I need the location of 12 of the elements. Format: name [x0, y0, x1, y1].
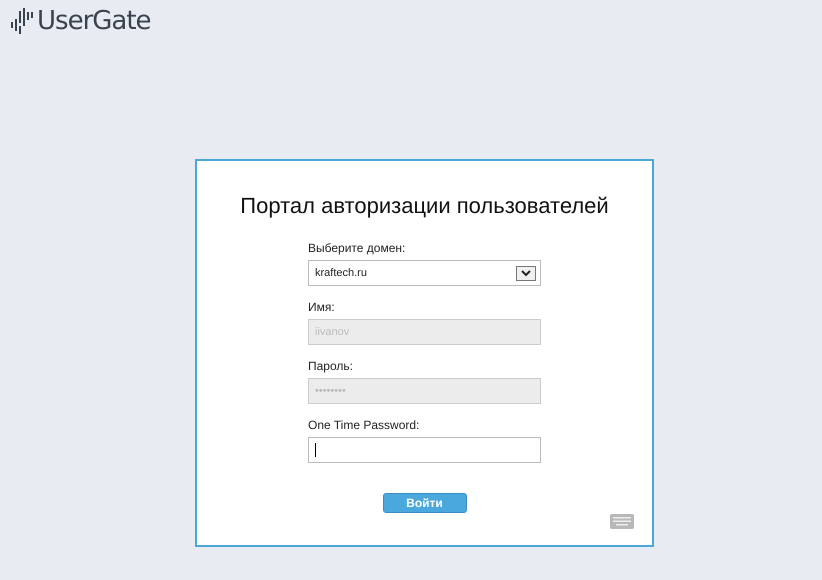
field-label: Имя: [308, 300, 336, 314]
input-field[interactable] [308, 437, 541, 463]
login-button[interactable]: Войти [382, 493, 466, 513]
domain-select[interactable]: kraftech.ru [308, 260, 541, 286]
keyboard-icon[interactable] [610, 514, 634, 529]
logo-icon [11, 8, 33, 34]
field-label: Пароль: [308, 359, 354, 373]
field-label: One Time Password: [308, 418, 420, 432]
form-title: Портал авторизации пользователей [239, 193, 610, 219]
field-label: Выберите домен: [308, 241, 406, 255]
logo-text: UserGate [37, 6, 151, 36]
text-cursor [315, 443, 316, 457]
